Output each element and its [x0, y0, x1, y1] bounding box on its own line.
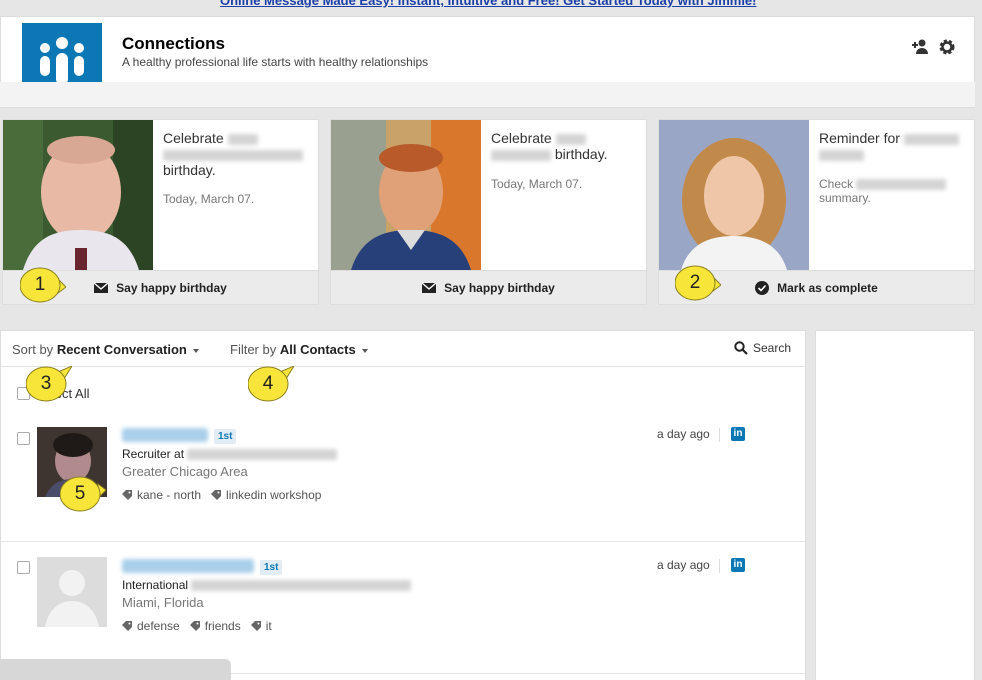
- annotation-callout-2: 2: [674, 265, 722, 301]
- page-tagline: A healthy professional life starts with …: [122, 55, 429, 69]
- chevron-down-icon: [192, 348, 199, 353]
- side-panel: [815, 330, 975, 680]
- linkedin-icon[interactable]: in: [731, 427, 745, 441]
- last-activity-time: a day ago: [657, 558, 710, 572]
- header-strip: [0, 82, 975, 108]
- birthday-card: Celebrate birthday. Today, March 07. Say…: [330, 119, 647, 305]
- annotation-callout-3: 3: [25, 364, 74, 402]
- card-date: Today, March 07.: [163, 192, 255, 206]
- search-icon: [734, 341, 748, 355]
- tag-item[interactable]: defense: [122, 619, 180, 633]
- card-subtext: Check summary.: [819, 177, 969, 205]
- divider: [719, 559, 720, 573]
- redacted-company: [187, 449, 338, 461]
- bottom-scrollbar[interactable]: [0, 659, 231, 680]
- connection-degree-badge: 1st: [260, 560, 283, 575]
- add-contact-icon[interactable]: [912, 38, 930, 56]
- gear-icon[interactable]: [938, 38, 956, 56]
- annotation-callout-1: 1: [19, 267, 67, 303]
- contact-photo: [3, 120, 153, 270]
- tag-icon: [122, 490, 132, 500]
- page-title: Connections: [122, 34, 225, 53]
- check-circle-icon: [755, 280, 770, 295]
- contact-name[interactable]: [122, 559, 254, 573]
- avatar[interactable]: [37, 557, 107, 627]
- redacted-title: [191, 580, 412, 592]
- contact-photo: [659, 120, 809, 270]
- card-message: Celebrate birthday.: [491, 130, 608, 162]
- envelope-icon: [94, 282, 109, 293]
- contact-headline: Recruiter at: [122, 447, 338, 461]
- contact-tags: kane - north linkedin workshop: [122, 488, 321, 502]
- card-message: Reminder for: [819, 130, 969, 162]
- redacted-name: [819, 149, 864, 161]
- redacted-name: [227, 133, 258, 145]
- contact-location: Miami, Florida: [122, 595, 204, 610]
- connection-degree-badge: 1st: [214, 429, 237, 444]
- envelope-icon: [422, 282, 437, 293]
- last-activity-time: a day ago: [657, 427, 710, 441]
- redacted-name: [555, 133, 586, 145]
- search-button[interactable]: Search: [734, 341, 791, 355]
- list-toolbar: Sort by Recent Conversation Filter by Al…: [1, 331, 805, 367]
- chevron-down-icon: [361, 348, 368, 353]
- contact-tags: defense friends it: [122, 619, 272, 633]
- annotation-callout-5: 5: [59, 476, 107, 512]
- redacted-name: [903, 133, 959, 145]
- contact-row[interactable]: 1st International Miami, Florida defense…: [1, 543, 805, 674]
- tag-icon: [211, 490, 222, 500]
- redacted-name: [856, 179, 947, 191]
- tag-icon: [189, 621, 200, 631]
- contact-row[interactable]: 1st Recruiter at Greater Chicago Area ka…: [1, 411, 805, 542]
- say-happy-birthday-button[interactable]: Say happy birthday: [331, 270, 646, 304]
- divider: [719, 428, 720, 442]
- contact-photo: [331, 120, 481, 270]
- card-date: Today, March 07.: [491, 177, 583, 191]
- contact-headline: International: [122, 578, 412, 592]
- tag-item[interactable]: it: [250, 619, 272, 633]
- redacted-name: [163, 149, 303, 161]
- tag-item[interactable]: linkedin workshop: [211, 488, 321, 502]
- contact-name[interactable]: [122, 428, 208, 442]
- linkedin-icon[interactable]: in: [731, 558, 745, 572]
- sort-dropdown[interactable]: Sort by Recent Conversation: [12, 342, 199, 357]
- tag-icon: [250, 621, 261, 631]
- tag-item[interactable]: friends: [189, 619, 241, 633]
- contact-checkbox[interactable]: [17, 432, 30, 445]
- contact-checkbox[interactable]: [17, 561, 30, 574]
- tag-icon: [122, 621, 132, 631]
- contacts-list: Sort by Recent Conversation Filter by Al…: [0, 330, 806, 680]
- tag-item[interactable]: kane - north: [122, 488, 201, 502]
- contact-location: Greater Chicago Area: [122, 464, 248, 479]
- redacted-name: [491, 149, 551, 161]
- promo-banner-link[interactable]: Online Message Made Easy! Instant, Intui…: [220, 0, 757, 8]
- annotation-callout-4: 4: [247, 364, 296, 402]
- card-message: Celebrate birthday.: [163, 130, 313, 178]
- filter-dropdown[interactable]: Filter by All Contacts: [230, 342, 368, 357]
